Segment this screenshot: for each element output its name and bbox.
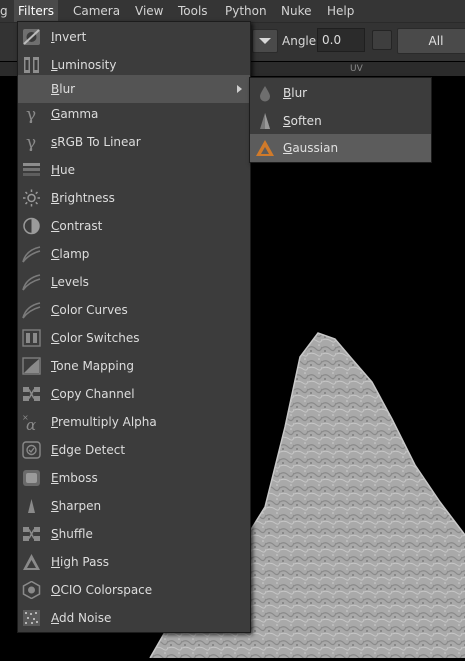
submenu-item-label: Soften [283,114,322,128]
gaussian-icon [256,140,274,156]
channel-icon [23,387,40,401]
menu-item-label: sRGB To Linear [51,135,141,149]
submenu-arrow-icon [237,85,242,93]
soften-icon [260,113,270,129]
menu-item-edge-detect[interactable]: Edge Detect [18,436,250,464]
filters-menu: Invert Luminosity Blur γ Gamma γ sRGB To… [17,21,251,633]
emboss-icon [23,470,40,486]
menu-tools[interactable]: Tools [178,0,208,22]
svg-text:γ: γ [26,133,36,151]
menu-item-label: Premultiply Alpha [51,415,157,429]
menu-item-label: Edge Detect [51,443,126,457]
menu-item-clamp[interactable]: Clamp [18,240,250,268]
menu-item-ocio-colorspace[interactable]: OCIO Colorspace [18,576,250,604]
menu-help[interactable]: Help [327,0,354,22]
menu-item-label: Tone Mapping [51,359,134,373]
switches-icon [22,329,41,347]
menu-item-srgb-to-linear[interactable]: γ sRGB To Linear [18,128,250,156]
curve-icon [22,302,41,319]
hue-icon [23,163,40,176]
menu-nuke[interactable]: Nuke [281,0,312,22]
invert-icon [23,29,40,45]
gamma-icon: γ [26,133,36,151]
menu-item-label: Clamp [51,247,90,261]
sharpen-icon [28,499,35,513]
menu-bar: g Filters Camera View Tools Python Nuke … [0,0,465,23]
menu-item-tone-mapping[interactable]: Tone Mapping [18,352,250,380]
menu-item-label: Invert [51,30,87,44]
menu-item-color-curves[interactable]: Color Curves [18,296,250,324]
menu-item-hue[interactable]: Hue [18,156,250,184]
menu-item-shuffle[interactable]: Shuffle [18,520,250,548]
angle-input[interactable] [317,28,365,52]
menu-item-add-noise[interactable]: Add Noise [18,604,250,632]
menu-item-sharpen[interactable]: Sharpen [18,492,250,520]
tonemap-icon [22,357,41,375]
alpha-icon: ×α [22,413,36,431]
menu-item-copy-channel[interactable]: Copy Channel [18,380,250,408]
ocio-icon [22,581,41,599]
all-button[interactable]: All [397,28,465,54]
blur-submenu: Blur Soften Gaussian [249,77,432,163]
menu-item-label: Gamma [51,107,99,121]
menu-item-color-switches[interactable]: Color Switches [18,324,250,352]
dropdown-button[interactable] [252,29,278,53]
menu-camera[interactable]: Camera [73,0,120,22]
menu-item-levels[interactable]: Levels [18,268,250,296]
menu-item-blur[interactable]: Blur [18,75,250,103]
menu-item-label: Copy Channel [51,387,135,401]
menu-item-high-pass[interactable]: High Pass [18,548,250,576]
svg-text:α: α [26,416,36,431]
submenu-item-blur[interactable]: Blur [250,79,431,107]
edge-icon [22,441,41,459]
menu-item-gamma[interactable]: γ Gamma [18,100,250,128]
luminosity-icon [24,57,39,73]
menu-item-premultiply-alpha[interactable]: × α Premultiply Alpha [18,408,250,436]
menu-item-label: Color Curves [51,303,128,317]
drop-icon [260,86,270,102]
svg-text:γ: γ [26,105,36,123]
submenu-item-soften[interactable]: Soften [250,107,431,135]
menu-filters[interactable]: Filters [14,0,58,22]
shuffle-icon [23,527,40,541]
menu-item-label: Levels [51,275,89,289]
submenu-item-label: Gaussian [283,141,339,155]
menu-view[interactable]: View [135,0,163,22]
menu-item-brightness[interactable]: Brightness [18,184,250,212]
menu-item-emboss[interactable]: Emboss [18,464,250,492]
menu-item-label: Shuffle [51,527,93,541]
menu-item-invert[interactable]: Invert [18,23,250,51]
highpass-icon [23,554,40,570]
menu-item-label: Color Switches [51,331,140,345]
angle-label: Angle [282,34,317,48]
menu-item-label: OCIO Colorspace [51,583,153,597]
submenu-item-label: Blur [283,86,308,100]
menu-item-label: Contrast [51,219,103,233]
menu-item-label: Brightness [51,191,115,205]
menu-edit-partial[interactable]: g [0,0,8,22]
noise-icon [23,610,40,626]
menu-item-label: Add Noise [51,611,112,625]
submenu-item-gaussian[interactable]: Gaussian [250,134,431,162]
menu-item-label: High Pass [51,555,109,569]
menu-item-label: Emboss [51,471,98,485]
menu-item-label: Sharpen [51,499,102,513]
menu-item-contrast[interactable]: Contrast [18,212,250,240]
menu-item-label: Hue [51,163,76,177]
contrast-icon [23,217,40,235]
brightness-icon [23,189,40,207]
toolbar-checkbox[interactable] [372,30,392,50]
strip-hint: UV [350,64,363,74]
menu-item-label: Blur [51,82,76,96]
curve-icon [22,246,41,263]
gamma-icon: γ [26,105,36,123]
curve-icon [22,274,41,291]
menu-python[interactable]: Python [225,0,267,22]
